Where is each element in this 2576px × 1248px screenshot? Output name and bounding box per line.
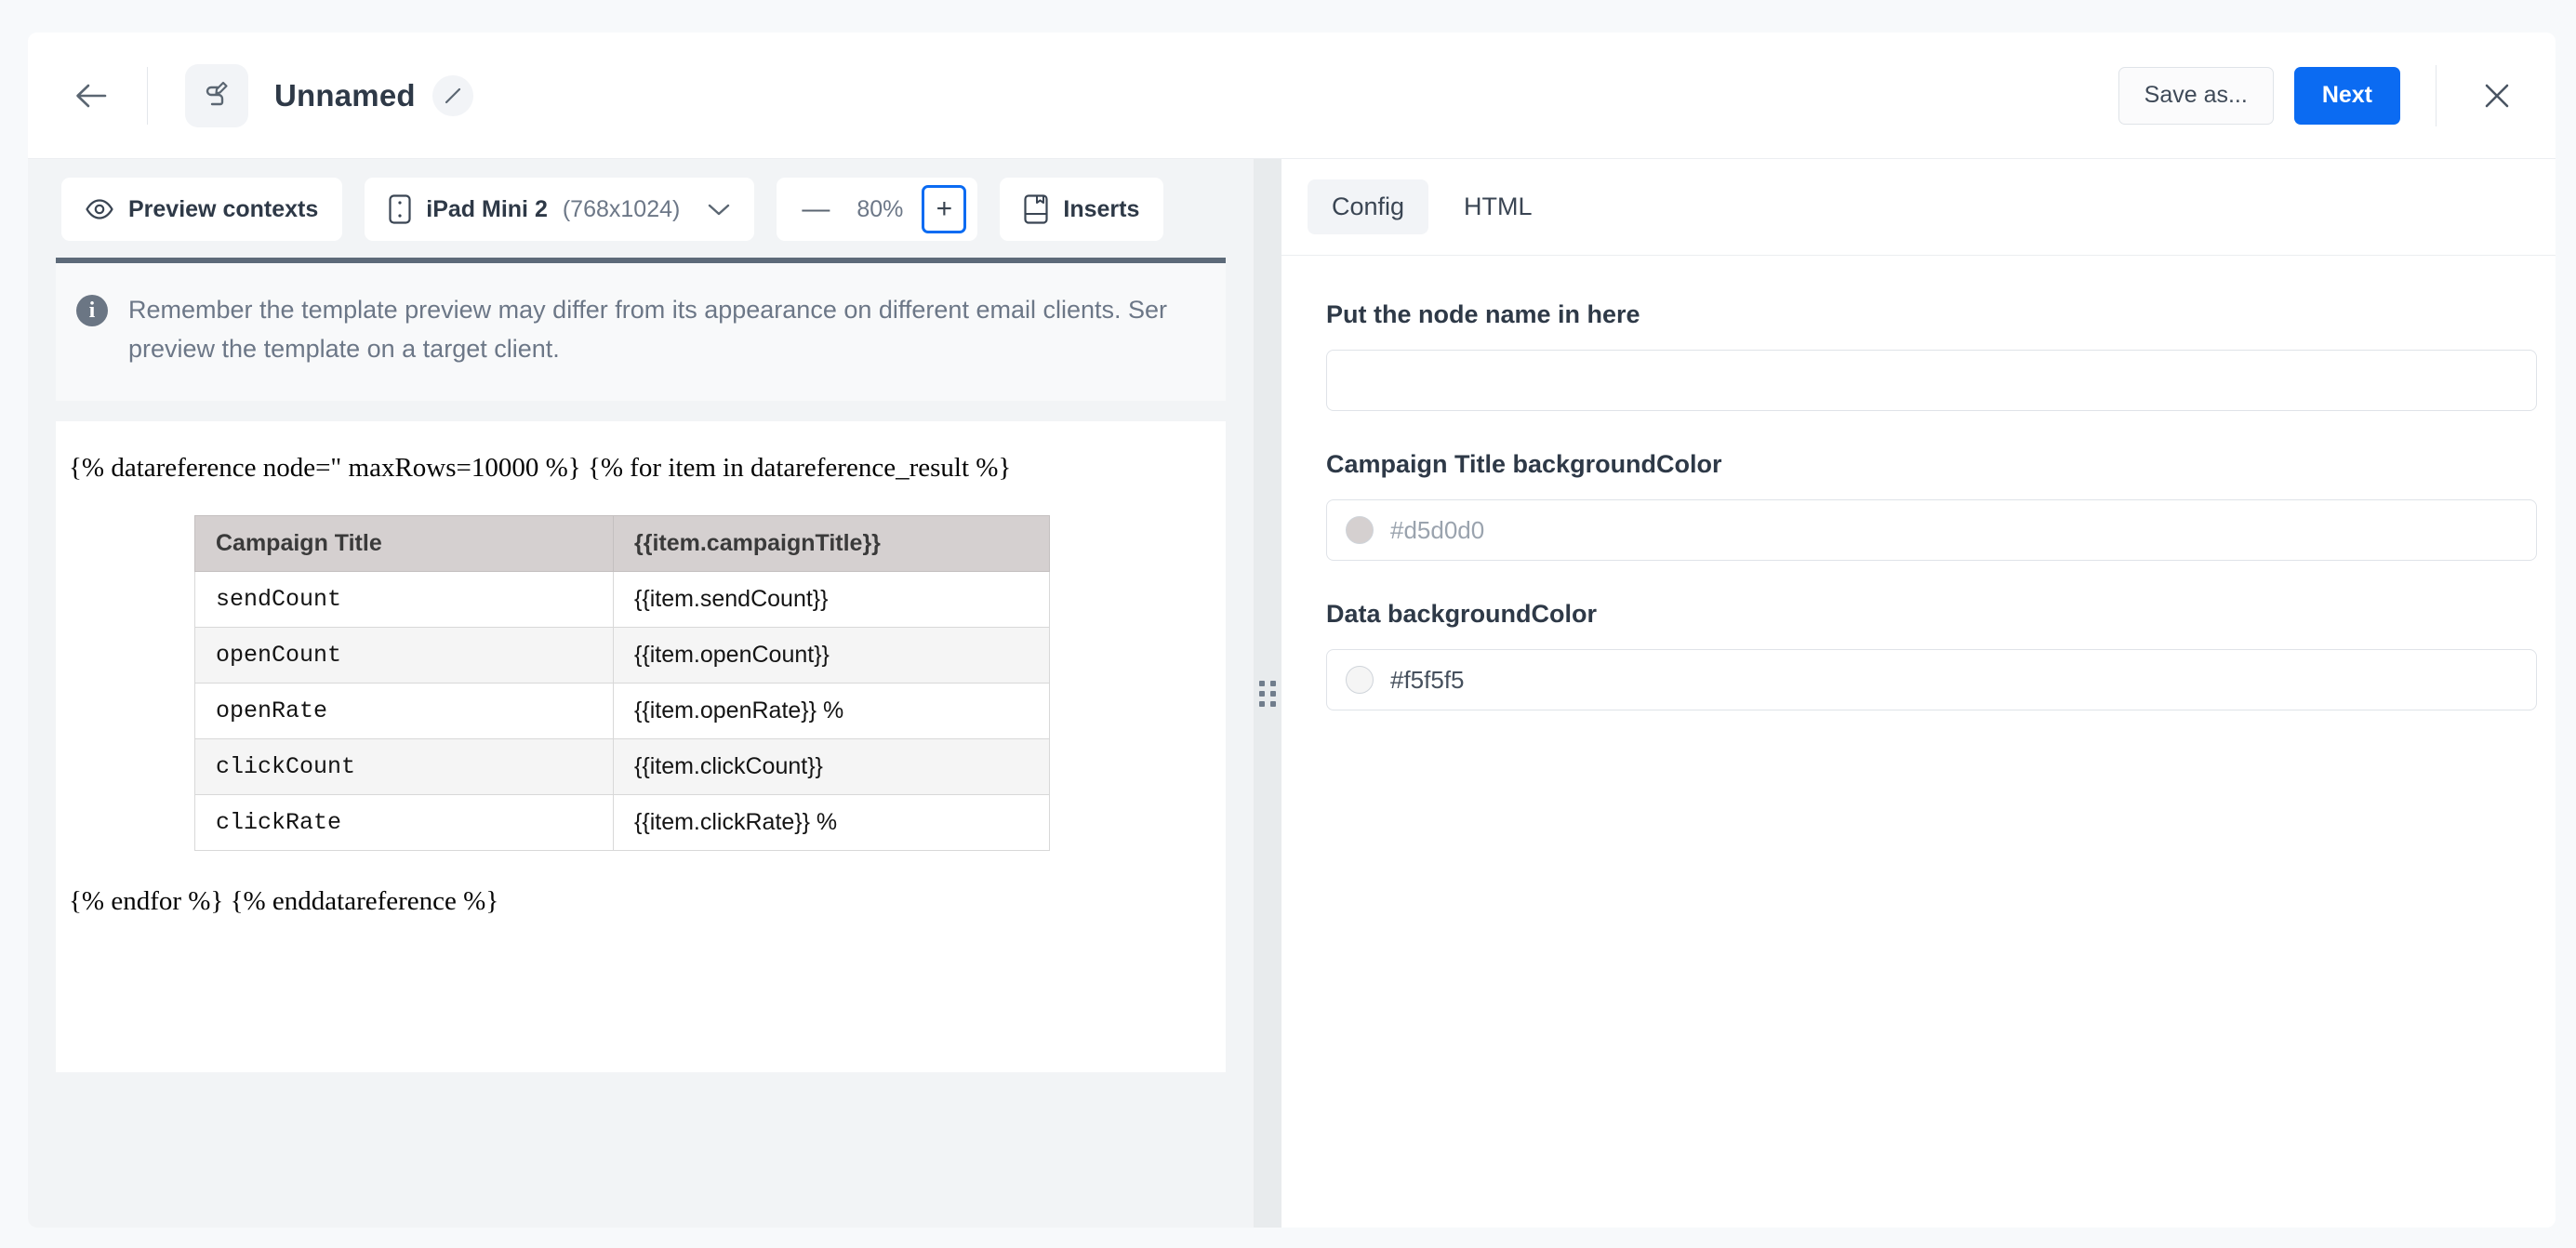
- preview-info-banner: i Remember the template preview may diff…: [56, 258, 1226, 401]
- bookmark-icon: [1024, 194, 1048, 224]
- eye-icon: [86, 199, 113, 219]
- template-edit-icon: [201, 80, 232, 112]
- zoom-level: 80%: [845, 196, 914, 223]
- campaign-title-bg-value: #d5d0d0: [1390, 516, 1484, 545]
- table-row: sendCount {{item.sendCount}}: [195, 571, 1050, 627]
- node-name-label: Put the node name in here: [1326, 300, 2500, 329]
- preview-panel: Preview contexts iPad Mini 2 (768x1024): [28, 159, 1254, 1228]
- table-cell-key: clickCount: [195, 738, 614, 794]
- node-name-input[interactable]: [1326, 350, 2537, 411]
- table-cell-key: sendCount: [195, 571, 614, 627]
- field-node-name: Put the node name in here: [1326, 300, 2500, 411]
- field-data-bg: Data backgroundColor #f5f5f5: [1326, 600, 2500, 710]
- tablet-icon: [389, 194, 411, 224]
- next-button[interactable]: Next: [2294, 67, 2400, 125]
- campaign-title-bg-label: Campaign Title backgroundColor: [1326, 450, 2500, 479]
- header-actions: Save as... Next: [2118, 65, 2522, 126]
- device-size: (768x1024): [563, 196, 680, 223]
- preview-toolbar: Preview contexts iPad Mini 2 (768x1024): [28, 159, 1254, 258]
- pencil-icon: [443, 86, 463, 106]
- table-row: clickCount {{item.clickCount}}: [195, 738, 1050, 794]
- table-cell-value: {{item.clickCount}}: [614, 738, 1050, 794]
- campaign-stats-table: Campaign Title {{item.campaignTitle}} se…: [194, 515, 1050, 851]
- tab-config[interactable]: Config: [1308, 179, 1428, 234]
- inserts-button[interactable]: Inserts: [1000, 178, 1163, 241]
- table-cell-value: {{item.clickRate}} %: [614, 794, 1050, 850]
- banner-line-2: preview the template on a target client.: [128, 330, 1167, 369]
- rename-button[interactable]: [432, 75, 473, 116]
- preview-contexts-label: Preview contexts: [128, 196, 318, 223]
- back-button[interactable]: [65, 70, 117, 122]
- config-form: Put the node name in here Campaign Title…: [1281, 256, 2556, 750]
- campaign-title-bg-input[interactable]: #d5d0d0: [1326, 499, 2537, 561]
- header-left-group: Unnamed: [65, 64, 473, 127]
- modal-body: Preview contexts iPad Mini 2 (768x1024): [28, 158, 2556, 1228]
- panel-splitter[interactable]: [1254, 159, 1281, 1228]
- field-campaign-title-bg: Campaign Title backgroundColor #d5d0d0: [1326, 450, 2500, 561]
- table-row: openRate {{item.openRate}} %: [195, 683, 1050, 738]
- tab-html[interactable]: HTML: [1440, 179, 1557, 234]
- preview-canvas[interactable]: i Remember the template preview may diff…: [28, 258, 1254, 1228]
- close-button[interactable]: [2472, 71, 2522, 121]
- table-row: openCount {{item.openCount}}: [195, 627, 1050, 683]
- table-cell-key: clickRate: [195, 794, 614, 850]
- inserts-label: Inserts: [1063, 196, 1139, 223]
- data-bg-input[interactable]: #f5f5f5: [1326, 649, 2537, 710]
- template-icon-button[interactable]: [185, 64, 248, 127]
- color-swatch[interactable]: [1346, 666, 1374, 694]
- banner-text-block: Remember the template preview may differ…: [128, 291, 1167, 369]
- modal-header: Unnamed Save as... Next: [28, 33, 2556, 158]
- chevron-down-icon: [708, 204, 730, 217]
- preview-contexts-button[interactable]: Preview contexts: [61, 178, 342, 241]
- data-bg-label: Data backgroundColor: [1326, 600, 2500, 629]
- table-cell-value: {{item.campaignTitle}}: [614, 515, 1050, 571]
- table-cell-key: openRate: [195, 683, 614, 738]
- zoom-out-button[interactable]: —: [793, 185, 838, 233]
- banner-line-1: Remember the template preview may differ…: [128, 291, 1167, 330]
- info-icon: i: [76, 295, 108, 326]
- table-cell-value: {{item.openRate}} %: [614, 683, 1050, 738]
- template-close-tag: {% endfor %} {% enddatareference %}: [69, 886, 1226, 917]
- header-divider: [147, 67, 148, 125]
- table-row: Campaign Title {{item.campaignTitle}}: [195, 515, 1050, 571]
- table-cell-value: {{item.openCount}}: [614, 627, 1050, 683]
- canvas-gap: [56, 401, 1226, 421]
- zoom-control: — 80% +: [777, 178, 977, 241]
- template-preview: {% datareference node=" maxRows=10000 %}…: [56, 421, 1226, 1072]
- table-cell-key: Campaign Title: [195, 515, 614, 571]
- table-cell-key: openCount: [195, 627, 614, 683]
- device-chevron: [708, 196, 730, 223]
- drag-handle-icon: [1259, 681, 1276, 707]
- config-panel: Config HTML Put the node name in here Ca…: [1281, 159, 2556, 1228]
- page-title: Unnamed: [274, 78, 416, 113]
- template-open-tag: {% datareference node=" maxRows=10000 %}…: [69, 453, 1226, 484]
- arrow-left-icon: [74, 82, 108, 110]
- save-as-button[interactable]: Save as...: [2118, 67, 2274, 125]
- header-actions-divider: [2436, 65, 2437, 126]
- template-editor-modal: Unnamed Save as... Next: [28, 33, 2556, 1228]
- device-name: iPad Mini 2: [426, 196, 548, 223]
- table-cell-value: {{item.sendCount}}: [614, 571, 1050, 627]
- zoom-in-button[interactable]: +: [922, 185, 966, 233]
- close-icon: [2482, 81, 2512, 111]
- config-tabs: Config HTML: [1281, 159, 2556, 256]
- device-selector[interactable]: iPad Mini 2 (768x1024): [365, 178, 754, 241]
- table-row: clickRate {{item.clickRate}} %: [195, 794, 1050, 850]
- data-bg-value: #f5f5f5: [1390, 666, 1465, 695]
- color-swatch[interactable]: [1346, 516, 1374, 544]
